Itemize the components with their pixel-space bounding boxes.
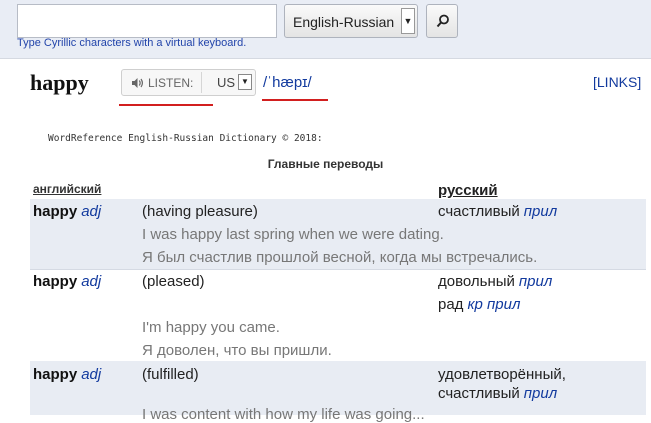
section-title: Главные переводы [267,157,384,171]
virtual-keyboard-link[interactable]: Type Cyrillic characters with a virtual … [17,37,246,49]
search-bar: English-Russian ▼ Type Cyrillic characte… [0,0,651,58]
term-pos[interactable]: adj [81,203,101,220]
term-word: happy [33,203,78,220]
translation: счастливый прил [438,385,557,402]
search-input[interactable] [17,4,277,38]
red-underline-listen [119,104,213,106]
translation-pos[interactable]: прил [524,203,557,220]
copyright-note: WordReference English-Russian Dictionary… [48,133,323,144]
sense-note: (having pleasure) [142,203,258,220]
column-header-russian: русский [438,182,498,199]
pronunciation: /ˈhæpɪ/ [263,74,312,91]
sense-note: (pleased) [142,273,205,290]
headword: happy [30,70,89,95]
listen-control[interactable]: LISTEN: US ▼ [121,69,256,96]
listen-label[interactable]: LISTEN: [148,76,193,90]
example-russian: Я был счастлив прошлой весной, когда мы … [142,249,538,266]
search-button[interactable] [426,4,458,38]
links-button[interactable]: [LINKS] [593,74,641,90]
translation: рад кр прил [438,296,520,313]
accent-select-label[interactable]: US [217,75,235,90]
listen-divider [201,72,202,93]
translation-pos[interactable]: кр прил [467,296,520,313]
translation: удовлетворённый, [438,366,566,383]
example-english: I'm happy you came. [142,319,280,336]
table-row-term: happy adj [33,366,101,383]
translation-text: удовлетворённый, [438,366,566,383]
translation-text: счастливый [438,385,520,402]
term-pos[interactable]: adj [81,366,101,383]
chevron-down-icon[interactable]: ▼ [238,74,252,90]
table-row-term: happy adj [33,203,101,220]
speaker-icon [132,78,143,88]
dictionary-select[interactable]: English-Russian ▼ [284,4,418,38]
term-word: happy [33,273,78,290]
search-icon [436,14,449,28]
example-russian: Я доволен, что вы пришли. [142,342,332,359]
translation: довольный прил [438,273,552,290]
sense-note: (fulfilled) [142,366,199,383]
chevron-down-icon[interactable]: ▼ [401,8,415,34]
term-pos[interactable]: adj [81,273,101,290]
translation-text: счастливый [438,203,520,220]
translation-text: довольный [438,273,515,290]
column-header-english: английский [33,182,102,196]
translation: счастливый прил [438,203,557,220]
term-word: happy [33,366,78,383]
table-row-term: happy adj [33,273,101,290]
dictionary-select-label: English-Russian [293,14,395,30]
translation-text: рад [438,296,464,313]
red-underline-pronunciation [262,99,328,101]
translation-pos[interactable]: прил [519,273,552,290]
translation-pos[interactable]: прил [524,385,557,402]
header-divider [0,58,651,59]
example-english: I was happy last spring when we were dat… [142,226,444,243]
row-divider [30,269,646,270]
